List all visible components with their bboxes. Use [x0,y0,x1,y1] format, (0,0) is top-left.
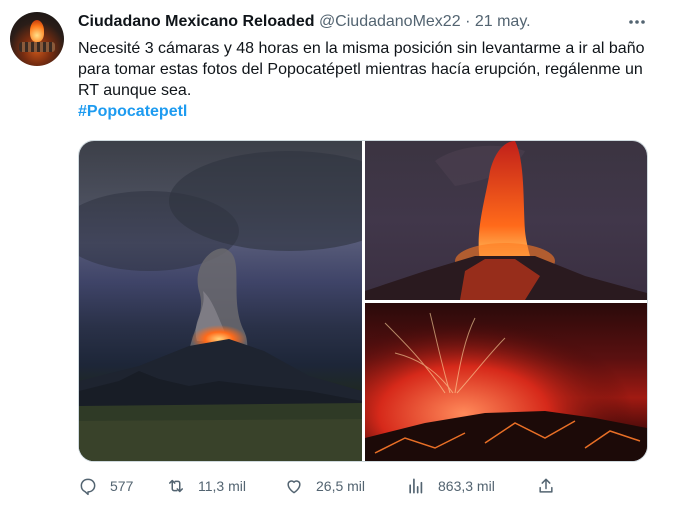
volcano-photo-2[interactable] [365,141,647,300]
tweet-date[interactable]: 21 may. [475,13,531,30]
reply-icon [80,478,96,496]
share-button[interactable] [536,476,568,496]
like-icon [287,480,301,494]
reply-count: 577 [110,478,134,494]
retweet-button[interactable]: 11,3 mil [166,476,246,496]
date-separator: · [465,13,471,30]
retweet-count: 11,3 mil [198,478,246,494]
hashtag-link[interactable]: #Popocatepetl [78,101,658,122]
author-handle[interactable]: @CiudadanoMex22 [319,13,461,30]
views-count: 863,3 mil [438,478,495,494]
tweet-text: Necesité 3 cámaras y 48 horas en la mism… [78,38,658,122]
reply-button[interactable]: 577 [78,476,133,496]
volcano-photo-3[interactable] [365,303,647,461]
more-icon[interactable] [626,12,648,32]
like-count: 26,5 mil [316,478,366,494]
action-bar: 577 11,3 mil 26,5 mil 863,3 mil [78,476,658,500]
avatar-flame [30,20,44,42]
like-button[interactable]: 26,5 mil [284,476,365,496]
volcano-photo-1[interactable] [79,141,362,461]
tweet-body: Necesité 3 cámaras y 48 horas en la mism… [78,40,645,99]
share-icon [539,478,553,493]
author-name[interactable]: Ciudadano Mexicano Reloaded [78,13,314,30]
retweet-icon [169,479,183,493]
tweet-header: Ciudadano Mexicano Reloaded @CiudadanoMe… [78,13,531,31]
avatar-grill [19,42,55,52]
media-grid [78,140,648,462]
avatar[interactable] [10,12,64,66]
views-icon [409,478,423,494]
views-button[interactable]: 863,3 mil [406,476,495,496]
